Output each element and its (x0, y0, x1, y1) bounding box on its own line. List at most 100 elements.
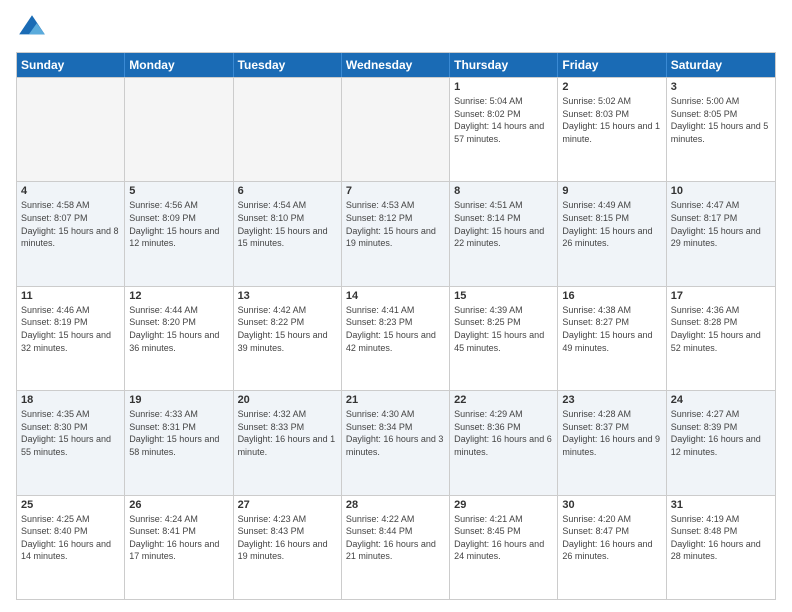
day-number: 22 (454, 394, 553, 406)
day-info: Sunrise: 4:51 AM Sunset: 8:14 PM Dayligh… (454, 199, 553, 249)
day-number: 16 (562, 290, 661, 302)
day-info: Sunrise: 4:25 AM Sunset: 8:40 PM Dayligh… (21, 513, 120, 563)
calendar-cell: 6 Sunrise: 4:54 AM Sunset: 8:10 PM Daylig… (234, 182, 342, 285)
day-info: Sunrise: 4:23 AM Sunset: 8:43 PM Dayligh… (238, 513, 337, 563)
calendar-cell (342, 78, 450, 181)
weekday-header: Sunday (17, 53, 125, 77)
calendar-cell: 23 Sunrise: 4:28 AM Sunset: 8:37 PM Dayli… (558, 391, 666, 494)
calendar-cell: 31Sunrise: 4:19 AM Sunset: 8:48 PM Dayli… (667, 496, 775, 599)
day-info: Sunrise: 4:27 AM Sunset: 8:39 PM Dayligh… (671, 408, 771, 458)
day-info: Sunrise: 4:36 AM Sunset: 8:28 PM Dayligh… (671, 304, 771, 354)
calendar-cell: 15 Sunrise: 4:39 AM Sunset: 8:25 PM Dayli… (450, 287, 558, 390)
day-number: 18 (21, 394, 120, 406)
calendar-cell: 19Sunrise: 4:33 AM Sunset: 8:31 PM Dayli… (125, 391, 233, 494)
day-number: 14 (346, 290, 445, 302)
day-number: 24 (671, 394, 771, 406)
weekday-header: Friday (558, 53, 666, 77)
calendar-cell (17, 78, 125, 181)
day-info: Sunrise: 4:24 AM Sunset: 8:41 PM Dayligh… (129, 513, 228, 563)
day-number: 13 (238, 290, 337, 302)
day-info: Sunrise: 4:39 AM Sunset: 8:25 PM Dayligh… (454, 304, 553, 354)
calendar-header: SundayMondayTuesdayWednesdayThursdayFrid… (17, 53, 775, 77)
calendar-cell: 14 Sunrise: 4:41 AM Sunset: 8:23 PM Dayli… (342, 287, 450, 390)
day-number: 26 (129, 499, 228, 511)
day-number: 17 (671, 290, 771, 302)
calendar-cell: 11 Sunrise: 4:46 AM Sunset: 8:19 PM Dayli… (17, 287, 125, 390)
day-number: 2 (562, 81, 661, 93)
day-info: Sunrise: 4:49 AM Sunset: 8:15 PM Dayligh… (562, 199, 661, 249)
day-number: 10 (671, 185, 771, 197)
day-number: 25 (21, 499, 120, 511)
weekday-header: Thursday (450, 53, 558, 77)
calendar-cell: 18 Sunrise: 4:35 AM Sunset: 8:30 PM Dayli… (17, 391, 125, 494)
calendar-cell: 22 Sunrise: 4:29 AM Sunset: 8:36 PM Dayli… (450, 391, 558, 494)
day-info: Sunrise: 4:22 AM Sunset: 8:44 PM Dayligh… (346, 513, 445, 563)
day-info: Sunrise: 4:41 AM Sunset: 8:23 PM Dayligh… (346, 304, 445, 354)
weekday-header: Monday (125, 53, 233, 77)
calendar-cell (125, 78, 233, 181)
calendar-row: 4 Sunrise: 4:58 AM Sunset: 8:07 PM Daylig… (17, 181, 775, 285)
day-info: Sunrise: 4:21 AM Sunset: 8:45 PM Dayligh… (454, 513, 553, 563)
calendar-cell: 10 Sunrise: 4:47 AM Sunset: 8:17 PM Dayli… (667, 182, 775, 285)
day-number: 8 (454, 185, 553, 197)
day-number: 4 (21, 185, 120, 197)
day-info: Sunrise: 4:42 AM Sunset: 8:22 PM Dayligh… (238, 304, 337, 354)
day-info: Sunrise: 4:46 AM Sunset: 8:19 PM Dayligh… (21, 304, 120, 354)
day-number: 12 (129, 290, 228, 302)
calendar-cell: 7Sunrise: 4:53 AM Sunset: 8:12 PM Daylig… (342, 182, 450, 285)
day-number: 9 (562, 185, 661, 197)
day-number: 29 (454, 499, 553, 511)
calendar-cell: 16Sunrise: 4:38 AM Sunset: 8:27 PM Dayli… (558, 287, 666, 390)
calendar-cell: 17 Sunrise: 4:36 AM Sunset: 8:28 PM Dayli… (667, 287, 775, 390)
logo (16, 12, 52, 44)
day-info: Sunrise: 4:28 AM Sunset: 8:37 PM Dayligh… (562, 408, 661, 458)
day-number: 15 (454, 290, 553, 302)
logo-icon (16, 12, 48, 44)
weekday-header: Saturday (667, 53, 775, 77)
day-info: Sunrise: 5:00 AM Sunset: 8:05 PM Dayligh… (671, 95, 771, 145)
day-info: Sunrise: 4:54 AM Sunset: 8:10 PM Dayligh… (238, 199, 337, 249)
day-info: Sunrise: 4:56 AM Sunset: 8:09 PM Dayligh… (129, 199, 228, 249)
day-info: Sunrise: 4:58 AM Sunset: 8:07 PM Dayligh… (21, 199, 120, 249)
calendar-cell: 28 Sunrise: 4:22 AM Sunset: 8:44 PM Dayli… (342, 496, 450, 599)
day-info: Sunrise: 4:29 AM Sunset: 8:36 PM Dayligh… (454, 408, 553, 458)
day-number: 11 (21, 290, 120, 302)
calendar-cell: 27 Sunrise: 4:23 AM Sunset: 8:43 PM Dayli… (234, 496, 342, 599)
calendar-cell: 24 Sunrise: 4:27 AM Sunset: 8:39 PM Dayli… (667, 391, 775, 494)
calendar-cell: 26 Sunrise: 4:24 AM Sunset: 8:41 PM Dayli… (125, 496, 233, 599)
header (16, 12, 776, 44)
calendar-row: 18 Sunrise: 4:35 AM Sunset: 8:30 PM Dayli… (17, 390, 775, 494)
day-number: 28 (346, 499, 445, 511)
weekday-header: Wednesday (342, 53, 450, 77)
day-info: Sunrise: 4:30 AM Sunset: 8:34 PM Dayligh… (346, 408, 445, 458)
calendar-cell: 1Sunrise: 5:04 AM Sunset: 8:02 PM Daylig… (450, 78, 558, 181)
day-info: Sunrise: 4:19 AM Sunset: 8:48 PM Dayligh… (671, 513, 771, 563)
day-number: 19 (129, 394, 228, 406)
day-info: Sunrise: 4:53 AM Sunset: 8:12 PM Dayligh… (346, 199, 445, 249)
calendar-row: 25 Sunrise: 4:25 AM Sunset: 8:40 PM Dayli… (17, 495, 775, 599)
day-info: Sunrise: 4:32 AM Sunset: 8:33 PM Dayligh… (238, 408, 337, 458)
day-number: 27 (238, 499, 337, 511)
calendar-cell: 25 Sunrise: 4:25 AM Sunset: 8:40 PM Dayli… (17, 496, 125, 599)
day-number: 5 (129, 185, 228, 197)
day-number: 23 (562, 394, 661, 406)
calendar-cell: 2 Sunrise: 5:02 AM Sunset: 8:03 PM Daylig… (558, 78, 666, 181)
day-info: Sunrise: 5:04 AM Sunset: 8:02 PM Dayligh… (454, 95, 553, 145)
day-info: Sunrise: 4:47 AM Sunset: 8:17 PM Dayligh… (671, 199, 771, 249)
calendar-cell: 29 Sunrise: 4:21 AM Sunset: 8:45 PM Dayli… (450, 496, 558, 599)
page: SundayMondayTuesdayWednesdayThursdayFrid… (0, 0, 792, 612)
day-info: Sunrise: 5:02 AM Sunset: 8:03 PM Dayligh… (562, 95, 661, 145)
calendar-cell: 3Sunrise: 5:00 AM Sunset: 8:05 PM Daylig… (667, 78, 775, 181)
calendar-cell: 4 Sunrise: 4:58 AM Sunset: 8:07 PM Daylig… (17, 182, 125, 285)
day-info: Sunrise: 4:35 AM Sunset: 8:30 PM Dayligh… (21, 408, 120, 458)
calendar-cell: 8 Sunrise: 4:51 AM Sunset: 8:14 PM Daylig… (450, 182, 558, 285)
day-number: 21 (346, 394, 445, 406)
calendar-cell: 20Sunrise: 4:32 AM Sunset: 8:33 PM Dayli… (234, 391, 342, 494)
calendar-cell: 5 Sunrise: 4:56 AM Sunset: 8:09 PM Daylig… (125, 182, 233, 285)
calendar: SundayMondayTuesdayWednesdayThursdayFrid… (16, 52, 776, 600)
calendar-cell: 30Sunrise: 4:20 AM Sunset: 8:47 PM Dayli… (558, 496, 666, 599)
day-number: 6 (238, 185, 337, 197)
calendar-cell: 9 Sunrise: 4:49 AM Sunset: 8:15 PM Daylig… (558, 182, 666, 285)
calendar-cell: 12Sunrise: 4:44 AM Sunset: 8:20 PM Dayli… (125, 287, 233, 390)
calendar-cell: 13 Sunrise: 4:42 AM Sunset: 8:22 PM Dayli… (234, 287, 342, 390)
